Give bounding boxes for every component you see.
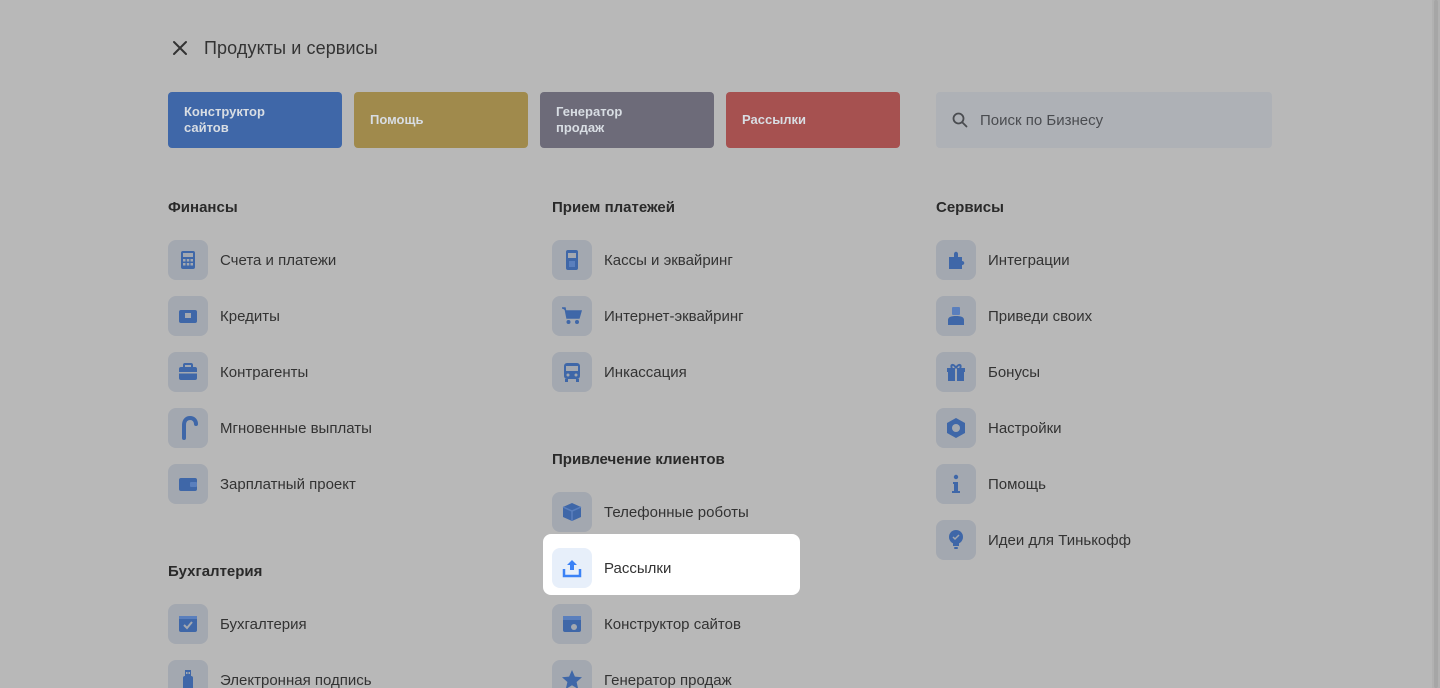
menu-item-label: Приведи своих [988, 307, 1093, 325]
checklist-icon [168, 604, 208, 644]
menu-item-phone-robots[interactable]: Телефонные роботы [552, 492, 892, 532]
menu-item-accounting[interactable]: Бухгалтерия [168, 604, 508, 644]
menu-item-settings[interactable]: Настройки [936, 408, 1276, 448]
close-icon [173, 41, 187, 55]
close-button[interactable] [168, 36, 192, 60]
column-payments: Прием платежей Кассы и эквайринг Интерне… [543, 198, 892, 688]
menu-item-internet-acquiring[interactable]: Интернет-эквайринг [552, 296, 892, 336]
menu-item-help[interactable]: Помощь [936, 464, 1276, 504]
scrollbar[interactable] [1432, 0, 1440, 688]
menu-item-label: Интернет-эквайринг [604, 307, 744, 325]
calculator-icon [168, 240, 208, 280]
menu-item-label: Телефонные роботы [604, 503, 749, 521]
menu-item-label: Кредиты [220, 307, 280, 325]
quick-link-sales-generator[interactable]: Генератор продаж [540, 92, 714, 148]
upload-icon [552, 548, 592, 588]
menu-item-label: Рассылки [604, 559, 672, 577]
hex-nut-icon [936, 408, 976, 448]
menu-item-label: Зарплатный проект [220, 475, 356, 493]
section-title-payments: Прием платежей [552, 199, 675, 216]
menu-item-label: Идеи для Тинькофф [988, 531, 1131, 549]
quick-link-label: Генератор продаж [556, 104, 623, 135]
column-finance: Финансы Счета и платежи Кредиты Контраге… [168, 198, 508, 688]
star-icon [552, 660, 592, 688]
header: Продукты и сервисы [168, 36, 378, 60]
quick-link-label: Помощь [370, 112, 424, 127]
menu-item-mailings[interactable]: Рассылки [543, 534, 892, 595]
menu-item-accounts-payments[interactable]: Счета и платежи [168, 240, 508, 280]
menu-item-label: Интеграции [988, 251, 1070, 269]
menu-item-e-signature[interactable]: Электронная подпись [168, 660, 508, 688]
menu-item-label: Бухгалтерия [220, 615, 307, 633]
section-title-finance: Финансы [168, 199, 238, 216]
wallet-icon [168, 464, 208, 504]
menu-item-label: Кассы и эквайринг [604, 251, 733, 269]
section-title-services: Сервисы [936, 199, 1004, 216]
quick-link-help[interactable]: Помощь [354, 92, 528, 148]
lightbulb-icon [936, 520, 976, 560]
cube-icon [552, 492, 592, 532]
van-icon [552, 352, 592, 392]
menu-item-bonuses[interactable]: Бонусы [936, 352, 1276, 392]
quick-link-site-builder[interactable]: Конструктор сайтов [168, 92, 342, 148]
terminal-icon [552, 240, 592, 280]
menu-item-label: Конструктор сайтов [604, 615, 741, 633]
card-icon [168, 296, 208, 336]
puzzle-icon [936, 240, 976, 280]
menu-item-site-builder[interactable]: Конструктор сайтов [552, 604, 892, 644]
menu-item-label: Счета и платежи [220, 251, 337, 269]
gift-icon [936, 352, 976, 392]
menu-item-refer-friends[interactable]: Приведи своих [936, 296, 1276, 336]
people-icon [936, 296, 976, 336]
column-services: Сервисы Интеграции Приведи своих Бонусы … [936, 198, 1276, 576]
quick-link-mailings[interactable]: Рассылки [726, 92, 900, 148]
menu-item-instant-payouts[interactable]: Мгновенные выплаты [168, 408, 508, 448]
usb-key-icon [168, 660, 208, 688]
menu-item-salary-project[interactable]: Зарплатный проект [168, 464, 508, 504]
payout-icon [168, 408, 208, 448]
cart-icon [552, 296, 592, 336]
menu-item-ideas[interactable]: Идеи для Тинькофф [936, 520, 1276, 560]
search-icon [952, 112, 968, 128]
page-title: Продукты и сервисы [204, 37, 378, 58]
quick-link-label: Конструктор сайтов [184, 104, 265, 135]
menu-item-label: Мгновенные выплаты [220, 419, 372, 437]
menu-item-cash-acquiring[interactable]: Кассы и эквайринг [552, 240, 892, 280]
menu-item-label: Бонусы [988, 363, 1041, 381]
section-title-accounting: Бухгалтерия [168, 563, 263, 580]
menu-item-credits[interactable]: Кредиты [168, 296, 508, 336]
menu-item-counterparties[interactable]: Контрагенты [168, 352, 508, 392]
search-box[interactable] [936, 92, 1272, 148]
menu-item-label: Помощь [988, 475, 1046, 493]
menu-item-label: Контрагенты [220, 363, 309, 381]
menu-item-label: Настройки [988, 419, 1062, 437]
menu-item-label: Генератор продаж [604, 671, 732, 688]
site-builder-icon [552, 604, 592, 644]
quick-link-label: Рассылки [742, 112, 807, 127]
menu-item-integrations[interactable]: Интеграции [936, 240, 1276, 280]
menu-item-sales-generator[interactable]: Генератор продаж [552, 660, 892, 688]
search-input[interactable] [980, 111, 1250, 129]
menu-item-label: Электронная подпись [220, 671, 372, 688]
menu-item-label: Инкассация [604, 363, 687, 381]
scrollbar-thumb[interactable] [1434, 0, 1438, 688]
info-icon [936, 464, 976, 504]
briefcase-icon [168, 352, 208, 392]
section-title-client-acquisition: Привлечение клиентов [552, 451, 725, 468]
menu-item-collection[interactable]: Инкассация [552, 352, 892, 392]
